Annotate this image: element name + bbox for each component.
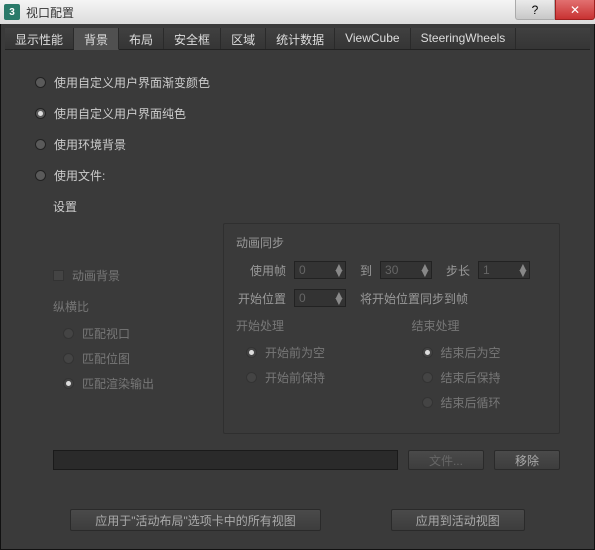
titlebar: 3 视口配置 ? ✕ (0, 0, 595, 24)
apply-all-button[interactable]: 应用于"活动布局"选项卡中的所有视图 (70, 509, 321, 531)
radio-icon (422, 397, 433, 408)
radio-icon (63, 353, 74, 364)
start-proc-col: 开始处理 开始前为空 开始前保持 (236, 317, 372, 419)
right-column: 动画同步 使用帧 0 ▲▼ 到 30 ▲▼ (223, 223, 560, 434)
radio-match-render: 匹配渲染输出 (53, 375, 203, 392)
file-row: 文件... 移除 (53, 450, 560, 470)
settings-label: 设置 (53, 198, 560, 215)
spinner-down-icon: ▼ (333, 270, 343, 276)
file-button[interactable]: 文件... (408, 450, 484, 470)
checkbox-icon (53, 270, 64, 281)
help-icon: ? (532, 3, 539, 17)
radio-label: 结束后循环 (441, 394, 501, 411)
spinner-value: 0 (299, 263, 333, 277)
apply-active-button[interactable]: 应用到活动视图 (391, 509, 525, 531)
to-spinner: 30 ▲▼ (380, 261, 432, 279)
radio-hold-before: 开始前保持 (236, 369, 372, 386)
radio-icon (35, 170, 46, 181)
radio-icon (246, 347, 257, 358)
radio-label: 开始前保持 (265, 369, 325, 386)
radio-gradient[interactable]: 使用自定义用户界面渐变颜色 (35, 74, 560, 91)
step-label: 步长 (446, 262, 470, 279)
radio-icon (422, 372, 433, 383)
radio-hold-after: 结束后保持 (412, 369, 548, 386)
radio-label: 使用自定义用户界面渐变颜色 (54, 74, 210, 91)
window-body: 显示性能 背景 布局 安全框 区域 统计数据 ViewCube Steering… (0, 24, 595, 550)
row-start-pos: 开始位置 0 ▲▼ 将开始位置同步到帧 (236, 289, 547, 307)
window-title: 视口配置 (26, 4, 74, 21)
aspect-title: 纵横比 (53, 298, 203, 315)
remove-button[interactable]: 移除 (494, 450, 560, 470)
end-proc-title: 结束处理 (412, 317, 548, 334)
radio-label: 匹配视口 (82, 325, 130, 342)
radio-icon (422, 347, 433, 358)
radio-env[interactable]: 使用环境背景 (35, 136, 560, 153)
start-pos-spinner: 0 ▲▼ (294, 289, 346, 307)
radio-loop-after: 结束后循环 (412, 394, 548, 411)
tab-steeringwheels[interactable]: SteeringWheels (411, 28, 517, 49)
bottom-buttons: 应用于"活动布局"选项卡中的所有视图 应用到活动视图 (1, 509, 594, 531)
start-proc-title: 开始处理 (236, 317, 372, 334)
radio-label: 使用文件: (54, 167, 105, 184)
end-proc-col: 结束处理 结束后为空 结束后保持 结束后循环 (412, 317, 548, 419)
checkbox-anim-bg: 动画背景 (53, 267, 203, 284)
radio-blank-before: 开始前为空 (236, 344, 372, 361)
spinner-down-icon: ▼ (333, 298, 343, 304)
radio-label: 结束后保持 (441, 369, 501, 386)
spinner-down-icon: ▼ (419, 270, 429, 276)
checkbox-label: 动画背景 (72, 267, 120, 284)
radio-match-bitmap: 匹配位图 (53, 350, 203, 367)
tab-layout[interactable]: 布局 (119, 28, 164, 49)
radio-solid[interactable]: 使用自定义用户界面纯色 (35, 105, 560, 122)
radio-blank-after: 结束后为空 (412, 344, 548, 361)
close-icon: ✕ (570, 3, 580, 17)
spinner-down-icon: ▼ (517, 270, 527, 276)
tab-viewcube[interactable]: ViewCube (335, 28, 410, 49)
file-path-input[interactable] (53, 450, 398, 470)
use-frame-spinner: 0 ▲▼ (294, 261, 346, 279)
start-pos-label: 开始位置 (236, 290, 286, 307)
spinner-value: 0 (299, 291, 333, 305)
tab-bar: 显示性能 背景 布局 安全框 区域 统计数据 ViewCube Steering… (5, 28, 590, 50)
spinner-value: 30 (385, 263, 419, 277)
proc-columns: 开始处理 开始前为空 开始前保持 结束处理 (236, 317, 547, 419)
tab-background[interactable]: 背景 (74, 28, 119, 50)
radio-file[interactable]: 使用文件: (35, 167, 560, 184)
close-button[interactable]: ✕ (555, 0, 595, 20)
settings-group: 设置 动画背景 纵横比 匹配视口 匹配位图 (53, 198, 560, 470)
help-button[interactable]: ? (515, 0, 555, 20)
radio-label: 匹配位图 (82, 350, 130, 367)
radio-label: 使用自定义用户界面纯色 (54, 105, 186, 122)
animsync-title: 动画同步 (236, 234, 547, 251)
radio-icon (35, 77, 46, 88)
radio-label: 开始前为空 (265, 344, 325, 361)
left-column: 动画背景 纵横比 匹配视口 匹配位图 匹配渲染输出 (53, 223, 203, 434)
radio-icon (246, 372, 257, 383)
sync-label: 将开始位置同步到帧 (360, 290, 468, 307)
tab-display-perf[interactable]: 显示性能 (5, 28, 74, 49)
use-frame-label: 使用帧 (236, 262, 286, 279)
radio-match-viewport: 匹配视口 (53, 325, 203, 342)
radio-label: 使用环境背景 (54, 136, 126, 153)
radio-icon (63, 328, 74, 339)
radio-label: 结束后为空 (441, 344, 501, 361)
radio-icon (35, 139, 46, 150)
radio-icon (35, 108, 46, 119)
tab-statistics[interactable]: 统计数据 (266, 28, 335, 49)
row-use-frame: 使用帧 0 ▲▼ 到 30 ▲▼ 步长 (236, 261, 547, 279)
tab-content: 使用自定义用户界面渐变颜色 使用自定义用户界面纯色 使用环境背景 使用文件: 设… (5, 50, 590, 470)
window-controls: ? ✕ (515, 0, 595, 20)
spinner-value: 1 (483, 263, 517, 277)
radio-icon (63, 378, 74, 389)
radio-label: 匹配渲染输出 (82, 375, 154, 392)
to-label: 到 (360, 262, 372, 279)
tab-safe-frame[interactable]: 安全框 (164, 28, 221, 49)
tab-regions[interactable]: 区域 (221, 28, 266, 49)
app-icon: 3 (4, 4, 20, 20)
step-spinner: 1 ▲▼ (478, 261, 530, 279)
